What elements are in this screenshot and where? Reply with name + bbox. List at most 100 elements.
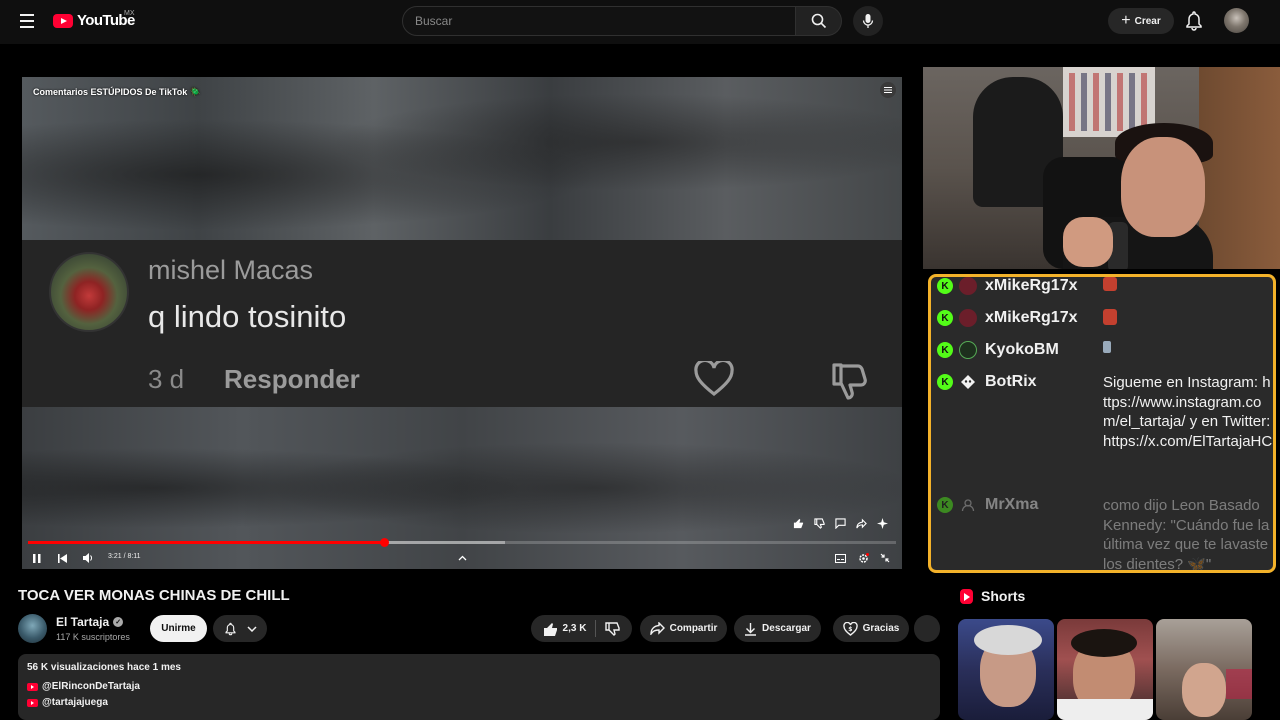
streamer-webcam bbox=[923, 67, 1280, 269]
like-icon[interactable] bbox=[543, 622, 558, 636]
thanks-heart-icon: $ bbox=[842, 621, 858, 636]
create-button[interactable]: + Crear bbox=[1108, 8, 1174, 34]
more-actions-button[interactable] bbox=[914, 615, 940, 642]
settings-button[interactable] bbox=[856, 551, 870, 565]
description-link[interactable]: @tartajajuega bbox=[27, 697, 931, 708]
kick-badge-icon: K bbox=[937, 497, 953, 513]
player-video-title[interactable]: Comentarios ESTÚPIDOS De TikTok 🪲 bbox=[33, 87, 201, 98]
like-count[interactable]: 2,3 K bbox=[563, 623, 587, 634]
description-box[interactable]: 56 K visualizaciones hace 1 mes @ElRinco… bbox=[18, 654, 940, 720]
notifications-bell-icon[interactable] bbox=[1184, 10, 1204, 32]
download-label: Descargar bbox=[762, 623, 811, 634]
create-label: Crear bbox=[1134, 15, 1161, 27]
comment-avatar bbox=[49, 252, 129, 332]
short-thumbnail[interactable] bbox=[1156, 619, 1252, 720]
dislike-icon[interactable] bbox=[605, 621, 621, 636]
list-icon bbox=[884, 87, 892, 93]
dislike-overlay-icon[interactable] bbox=[813, 517, 826, 530]
chat-message: K KyokoBM bbox=[937, 341, 1273, 359]
comment-username: mishel Macas bbox=[148, 255, 314, 285]
channel-name-row[interactable]: El Tartaja ✓ bbox=[56, 615, 124, 629]
voice-search-button[interactable] bbox=[853, 6, 883, 36]
chat-message-text: como dijo Leon Basado Kennedy: "Cuándo f… bbox=[1103, 497, 1270, 573]
emote-icon bbox=[1103, 341, 1111, 353]
share-overlay-icon[interactable] bbox=[855, 517, 868, 530]
comment-age: 3 d bbox=[148, 364, 185, 394]
pause-button[interactable] bbox=[30, 551, 44, 565]
video-title: TOCA VER MONAS CHINAS DE CHILL bbox=[18, 587, 290, 604]
previous-button[interactable] bbox=[55, 551, 69, 565]
svg-text:$: $ bbox=[848, 626, 852, 633]
menu-button[interactable] bbox=[16, 10, 38, 32]
like-overlay-icon[interactable] bbox=[792, 517, 805, 530]
share-icon bbox=[649, 622, 665, 635]
plus-icon: + bbox=[1121, 12, 1131, 29]
description-link-text[interactable]: @tartajajuega bbox=[42, 697, 108, 708]
pause-icon bbox=[33, 553, 41, 563]
time-display: 3:21 / 8:11 bbox=[108, 553, 141, 560]
account-avatar[interactable] bbox=[1224, 8, 1249, 33]
chat-username: BotRix bbox=[985, 373, 1037, 390]
search-box[interactable] bbox=[402, 6, 796, 36]
kick-badge-icon: K bbox=[937, 374, 953, 390]
short-hair bbox=[974, 625, 1042, 655]
youtube-logo-icon bbox=[53, 13, 73, 28]
volume-button[interactable] bbox=[81, 551, 95, 565]
progress-played bbox=[28, 541, 384, 544]
shorts-icon bbox=[960, 588, 973, 604]
chat-message: K xMikeRg17x bbox=[937, 277, 1273, 295]
share-button[interactable]: Compartir bbox=[640, 615, 727, 642]
chevron-down-icon bbox=[246, 625, 257, 632]
search-icon bbox=[811, 13, 826, 29]
subtitles-button[interactable] bbox=[833, 551, 847, 565]
download-button[interactable]: Descargar bbox=[734, 615, 821, 642]
like-divider bbox=[595, 620, 597, 637]
chevron-up-icon bbox=[458, 555, 466, 561]
short-face bbox=[1182, 663, 1226, 717]
short-thumbnail[interactable] bbox=[1057, 619, 1153, 720]
join-button[interactable]: Unirme bbox=[150, 615, 207, 642]
heart-icon bbox=[694, 361, 734, 397]
user-avatar bbox=[959, 277, 977, 295]
blurred-background-top bbox=[22, 77, 902, 240]
description-link[interactable]: @ElRinconDeTartaja bbox=[27, 681, 931, 692]
progress-bar[interactable] bbox=[28, 538, 896, 547]
verified-badge-icon: ✓ bbox=[113, 617, 124, 627]
shorts-heading: Shorts bbox=[981, 588, 1026, 604]
search-button[interactable] bbox=[796, 6, 842, 36]
description-link-text[interactable]: @ElRinconDeTartaja bbox=[42, 681, 140, 692]
microphone-icon bbox=[862, 14, 874, 28]
progress-scrubber[interactable] bbox=[379, 538, 389, 547]
chat-username: KyokoBM bbox=[985, 341, 1059, 358]
youtube-logo[interactable]: YouTube bbox=[53, 12, 135, 29]
download-icon bbox=[745, 622, 757, 636]
channel-name[interactable]: El Tartaja bbox=[56, 615, 109, 629]
short-thumbnail[interactable] bbox=[958, 619, 1054, 720]
thanks-label: Gracias bbox=[862, 623, 900, 634]
comment-overlay-icon[interactable] bbox=[834, 517, 847, 530]
shorts-header: Shorts bbox=[960, 588, 1025, 604]
chat-username: xMikeRg17x bbox=[985, 277, 1078, 294]
chat-message: K MrXma como dijo Leon Basado Kennedy: "… bbox=[937, 496, 1273, 573]
dislike-icon bbox=[832, 363, 867, 400]
chat-message-text: Sigueme en Instagram: https://www.instag… bbox=[1103, 374, 1273, 450]
thanks-button[interactable]: $ Gracias bbox=[833, 615, 909, 642]
chat-username: xMikeRg17x bbox=[985, 309, 1078, 326]
bell-icon bbox=[224, 622, 236, 635]
volume-icon bbox=[82, 553, 92, 563]
channel-avatar[interactable] bbox=[18, 614, 47, 643]
sparkle-overlay-icon[interactable] bbox=[876, 517, 889, 530]
comment-text: q lindo tosinito bbox=[148, 299, 347, 334]
chapter-expand-button[interactable] bbox=[455, 551, 469, 565]
video-player[interactable]: mishel Macas q lindo tosinito 3 d Respon… bbox=[22, 77, 902, 569]
view-stats: 56 K visualizaciones hace 1 mes bbox=[27, 662, 181, 673]
kick-badge-icon: K bbox=[937, 342, 953, 358]
search-input[interactable] bbox=[415, 14, 783, 28]
chat-username: MrXma bbox=[985, 496, 1039, 513]
subscription-notifications-button[interactable] bbox=[213, 615, 267, 642]
playlist-icon[interactable] bbox=[880, 82, 896, 98]
kick-badge-icon: K bbox=[937, 278, 953, 294]
exit-fullscreen-button[interactable] bbox=[878, 551, 892, 565]
webcam-person-hand bbox=[1063, 217, 1113, 267]
user-avatar bbox=[959, 341, 977, 359]
